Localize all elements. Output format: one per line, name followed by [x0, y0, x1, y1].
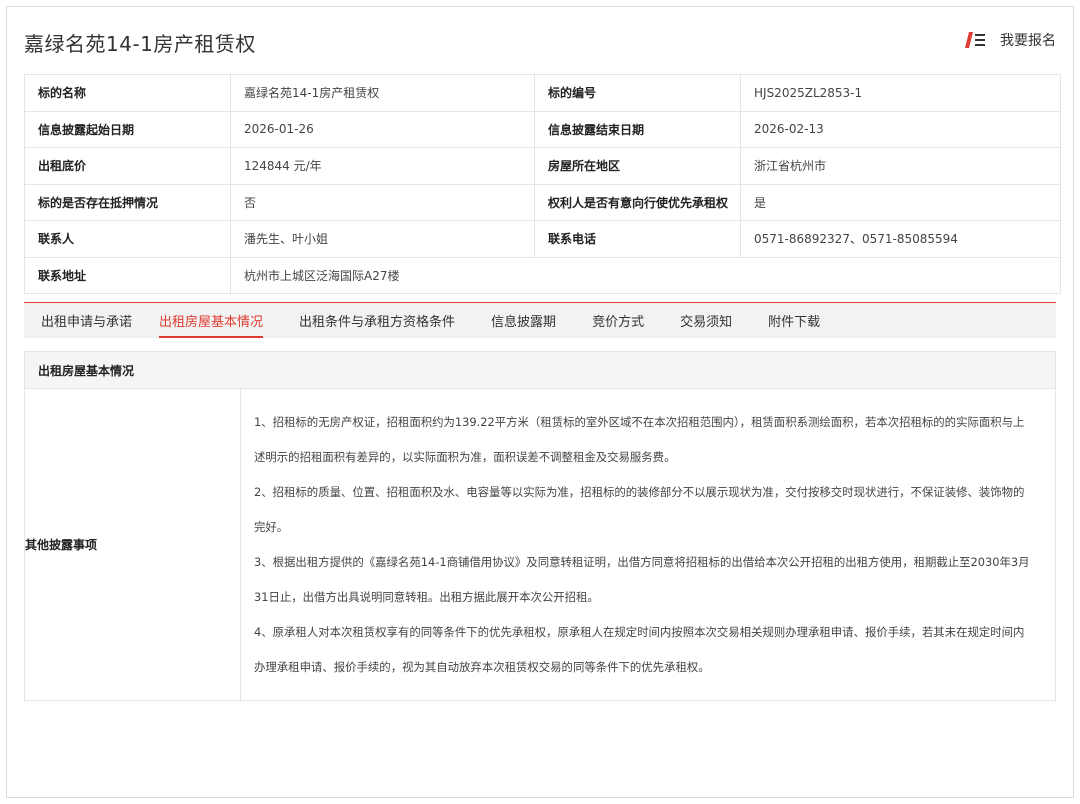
info-value: 124844 元/年 — [230, 147, 535, 185]
tab-house-basics[interactable]: 出租房屋基本情况 — [159, 303, 264, 338]
table-row: 联系人 潘先生、叶小姐 联系电话 0571-86892327、0571-8508… — [24, 220, 1061, 258]
info-value: 否 — [230, 183, 535, 221]
info-table: 标的名称 嘉绿名苑14-1房产租赁权 标的编号 HJS2025ZL2853-1 … — [24, 74, 1061, 294]
info-value: 杭州市上城区泛海国际A27楼 — [230, 256, 1061, 294]
disclosure-line: 1、招租标的无房产权证，招租面积约为139.22平方米（租赁标的室外区域不在本次… — [254, 415, 1025, 429]
tab-bidding-method[interactable]: 竞价方式 — [592, 303, 644, 338]
tab-bar: 出租申请与承诺 出租房屋基本情况 出租条件与承租方资格条件 信息披露期 竞价方式… — [24, 302, 1056, 338]
disclosure-line: 办理承租申请、报价手续的，视为其自动放弃本次租赁权交易的同等条件下的优先承租权。 — [254, 660, 710, 674]
table-row: 标的是否存在抵押情况 否 权利人是否有意向行使优先承租权 是 — [24, 183, 1061, 221]
disclosure-line: 2、招租标的质量、位置、招租面积及水、电容量等以实际为准，招租标的的装修部分不以… — [254, 485, 1025, 499]
info-value: 浙江省杭州市 — [740, 147, 1061, 185]
disclosure-line: 完好。 — [254, 520, 289, 534]
info-key: 信息披露起始日期 — [24, 110, 231, 148]
signup-label: 我要报名 — [1000, 33, 1056, 49]
tab-attachments[interactable]: 附件下载 — [768, 303, 820, 338]
info-key: 标的编号 — [534, 74, 741, 112]
info-key: 信息披露结束日期 — [534, 110, 741, 148]
page-title: 嘉绿名苑14-1房产租赁权 — [24, 32, 256, 56]
info-value: 潘先生、叶小姐 — [230, 220, 535, 258]
info-value: 0571-86892327、0571-85085594 — [740, 220, 1061, 258]
info-key: 联系人 — [24, 220, 231, 258]
info-value: 是 — [740, 183, 1061, 221]
tab-conditions[interactable]: 出租条件与承租方资格条件 — [299, 303, 455, 338]
info-key: 房屋所在地区 — [534, 147, 741, 185]
disclosure-line: 述明示的招租面积有差异的，以实际面积为准，面积误差不调整租金及交易服务费。 — [254, 450, 676, 464]
disclosure-line: 31日止，出借方出具说明同意转租。出租方据此展开本次公开招租。 — [254, 590, 599, 604]
info-key: 标的名称 — [24, 74, 231, 112]
tab-application[interactable]: 出租申请与承诺 — [41, 303, 132, 338]
disclosure-line: 3、根据出租方提供的《嘉绿名苑14-1商铺借用协议》及同意转租证明，出借方同意将… — [254, 555, 1030, 569]
info-key: 联系地址 — [24, 256, 231, 294]
house-basics-section: 出租房屋基本情况 其他披露事项 1、招租标的无房产权证，招租面积约为139.22… — [24, 351, 1056, 701]
info-key: 权利人是否有意向行使优先承租权 — [534, 183, 741, 221]
table-row: 标的名称 嘉绿名苑14-1房产租赁权 标的编号 HJS2025ZL2853-1 — [24, 74, 1061, 112]
info-key: 联系电话 — [534, 220, 741, 258]
tab-trading-notice[interactable]: 交易须知 — [680, 303, 732, 338]
table-row: 联系地址 杭州市上城区泛海国际A27楼 — [24, 256, 1061, 294]
info-key: 出租底价 — [24, 147, 231, 185]
info-key: 标的是否存在抵押情况 — [24, 183, 231, 221]
header: 嘉绿名苑14-1房产租赁权 我要报名 — [24, 22, 1060, 62]
disclosure-line: 4、原承租人对本次租赁权享有的同等条件下的优先承租权，原承租人在规定时间内按照本… — [254, 625, 1025, 639]
info-value: 2026-02-13 — [740, 110, 1061, 148]
section-title: 出租房屋基本情况 — [25, 352, 1055, 389]
row-label: 其他披露事项 — [25, 389, 241, 700]
signup-icon — [965, 32, 985, 48]
signup-button[interactable]: 我要报名 — [964, 27, 1056, 53]
info-value: 2026-01-26 — [230, 110, 535, 148]
disclosure-content: 1、招租标的无房产权证，招租面积约为139.22平方米（租赁标的室外区域不在本次… — [241, 389, 1055, 700]
tab-disclosure-period[interactable]: 信息披露期 — [491, 303, 556, 338]
section-body: 其他披露事项 1、招租标的无房产权证，招租面积约为139.22平方米（租赁标的室… — [25, 389, 1055, 700]
info-value: 嘉绿名苑14-1房产租赁权 — [230, 74, 535, 112]
table-row: 信息披露起始日期 2026-01-26 信息披露结束日期 2026-02-13 — [24, 110, 1061, 148]
table-row: 出租底价 124844 元/年 房屋所在地区 浙江省杭州市 — [24, 147, 1061, 185]
info-value: HJS2025ZL2853-1 — [740, 74, 1061, 112]
